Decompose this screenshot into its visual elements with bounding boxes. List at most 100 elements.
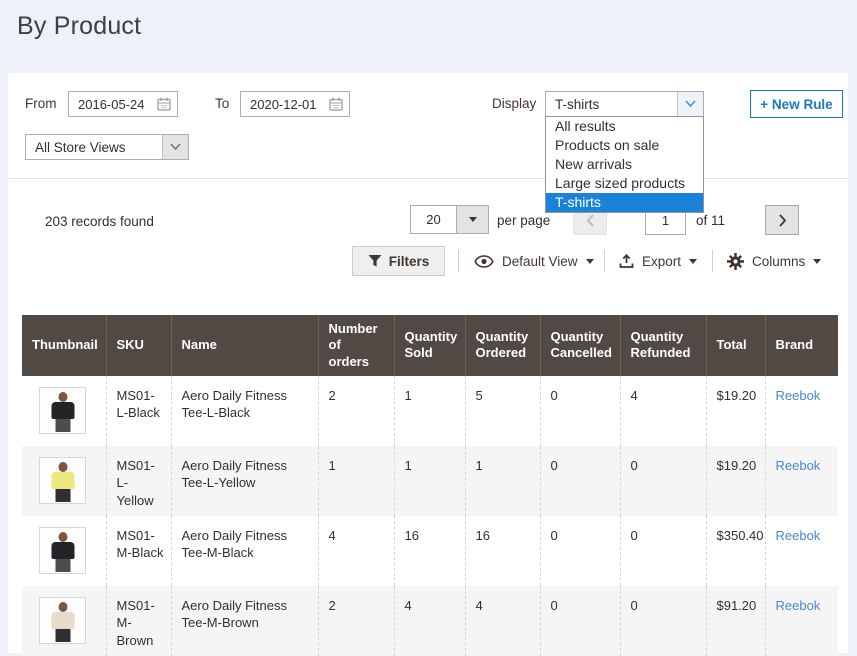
cell-orders: 1 [318,446,394,516]
table-body: MS01-L-Black Aero Daily Fitness Tee-L-Bl… [22,376,838,656]
display-select[interactable]: T-shirts [545,91,704,117]
to-label: To [215,96,229,111]
section-divider [8,178,848,179]
by-product-report-page: { "page": { "title": "By Product" }, "fi… [0,0,857,653]
page-title: By Product [17,12,141,41]
cell-name: Aero Daily Fitness Tee-L-Yellow [171,446,318,516]
eye-icon [474,255,494,268]
column-header[interactable]: Quantity Refunded [620,315,706,376]
per-page-label: per page [497,213,550,228]
thumbnail-person-legs [55,559,70,572]
records-found-text: 203 records found [45,214,154,229]
columns-control[interactable]: Columns [727,246,821,276]
display-option[interactable]: All results [546,117,703,136]
display-option[interactable]: Large sized products [546,174,703,193]
from-label: From [25,96,57,111]
chevron-left-icon [586,214,595,227]
cell-quantity-ordered: 4 [465,586,540,656]
column-header[interactable]: Quantity Sold [394,315,465,376]
toolbar-separator [712,250,713,272]
table-row: MS01-M-Brown Aero Daily Fitness Tee-M-Br… [22,586,838,656]
cell-sku: MS01-L-Black [106,376,171,446]
toolbar-separator [458,250,459,272]
caret-down-icon [813,259,821,264]
column-header[interactable]: Quantity Cancelled [540,315,620,376]
columns-control-label: Columns [752,254,805,269]
column-header[interactable]: Brand [765,315,838,376]
thumbnail-person-shirt [51,542,74,559]
cell-quantity-ordered: 1 [465,446,540,516]
cell-quantity-sold: 4 [394,586,465,656]
cell-brand: Reebok [765,376,838,446]
view-control[interactable]: Default View [474,246,594,276]
cell-quantity-cancelled: 0 [540,586,620,656]
cell-quantity-ordered: 16 [465,516,540,586]
column-header[interactable]: Quantity Ordered [465,315,540,376]
product-thumbnail [39,527,86,574]
thumbnail-person-head [58,532,67,542]
store-view-value: All Store Views [26,135,162,159]
cell-quantity-refunded: 0 [620,446,706,516]
column-header[interactable]: Thumbnail [22,315,106,376]
display-label: Display [492,96,536,111]
brand-link[interactable]: Reebok [776,388,821,403]
calendar-icon[interactable] [157,97,171,111]
from-date-value: 2016-05-24 [78,97,157,112]
cell-orders: 2 [318,586,394,656]
next-page-button[interactable] [765,205,799,235]
brand-link[interactable]: Reebok [776,528,821,543]
to-date-value: 2020-12-01 [250,97,329,112]
export-control[interactable]: Export [619,246,697,276]
cell-orders: 2 [318,376,394,446]
to-date-input[interactable]: 2020-12-01 [240,91,350,117]
display-option[interactable]: Products on sale [546,136,703,155]
cell-quantity-cancelled: 0 [540,446,620,516]
cell-quantity-cancelled: 0 [540,376,620,446]
column-header[interactable]: Total [706,315,765,376]
export-control-label: Export [642,254,681,269]
chevron-down-icon [677,92,703,116]
table-row: MS01-M-Black Aero Daily Fitness Tee-M-Bl… [22,516,838,586]
from-date-input[interactable]: 2016-05-24 [68,91,178,117]
product-thumbnail [39,387,86,434]
cell-brand: Reebok [765,586,838,656]
filter-icon [368,255,382,267]
caret-down-icon [689,259,697,264]
column-header[interactable]: Name [171,315,318,376]
thumbnail-person-legs [55,419,70,432]
display-option[interactable]: T-shirts [546,193,703,212]
product-thumbnail [39,597,86,644]
page-total-label: of 11 [696,213,725,228]
caret-down-icon [586,259,594,264]
brand-link[interactable]: Reebok [776,598,821,613]
cell-sku: MS01-M-Brown [106,586,171,656]
column-header[interactable]: SKU [106,315,171,376]
store-view-select[interactable]: All Store Views [25,134,189,160]
cell-total: $19.20 [706,376,765,446]
new-rule-button[interactable]: + New Rule [750,90,843,118]
cell-quantity-sold: 1 [394,376,465,446]
cell-sku: MS01-L-Yellow [106,446,171,516]
cell-total: $350.40 [706,516,765,586]
report-panel: From 2016-05-24 To 2020-12-01 Display T-… [8,73,848,653]
brand-link[interactable]: Reebok [776,458,821,473]
filters-button[interactable]: Filters [352,246,445,276]
per-page-select[interactable]: 20 [410,205,489,234]
per-page-caret-button[interactable] [457,205,489,234]
thumbnail-person-legs [55,489,70,502]
thumbnail-person-head [58,602,67,612]
cell-quantity-sold: 16 [394,516,465,586]
cell-brand: Reebok [765,446,838,516]
cell-quantity-sold: 1 [394,446,465,516]
export-icon [619,254,634,269]
per-page-value[interactable]: 20 [410,205,457,234]
table-row: MS01-L-Yellow Aero Daily Fitness Tee-L-Y… [22,446,838,516]
table-row: MS01-L-Black Aero Daily Fitness Tee-L-Bl… [22,376,838,446]
column-header[interactable]: Number of orders [318,315,394,376]
display-option[interactable]: New arrivals [546,155,703,174]
cell-thumbnail [22,586,106,656]
calendar-icon[interactable] [329,97,343,111]
cell-orders: 4 [318,516,394,586]
cell-quantity-refunded: 0 [620,586,706,656]
display-options-list: All resultsProducts on saleNew arrivalsL… [545,116,704,213]
